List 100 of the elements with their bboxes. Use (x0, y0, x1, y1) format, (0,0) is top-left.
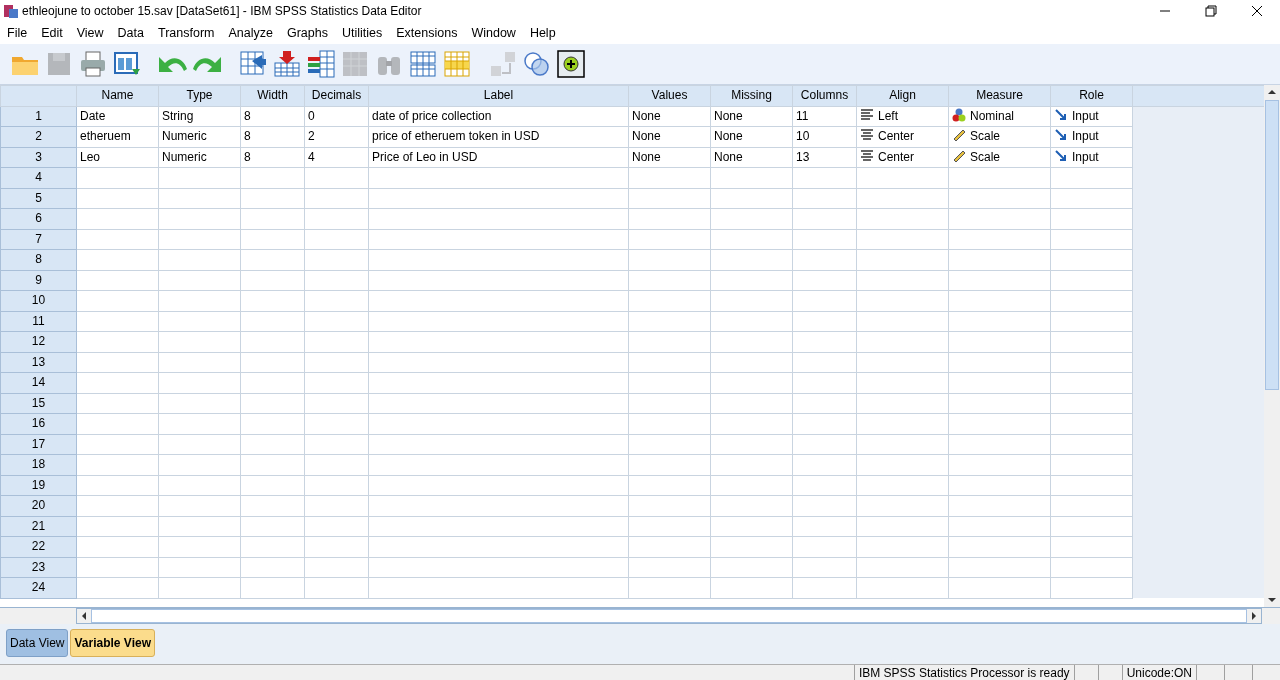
table-cell[interactable]: 8 (240, 147, 305, 168)
column-header[interactable]: Missing (710, 85, 793, 106)
row-number[interactable]: 9 (0, 270, 77, 291)
horizontal-scrollbar[interactable] (76, 608, 1262, 624)
cell-text: Center (878, 149, 915, 164)
table-cell[interactable]: 2 (304, 126, 369, 147)
table-cell[interactable]: None (628, 106, 711, 127)
menu-item[interactable]: View (69, 22, 111, 44)
view-tab[interactable]: Data View (6, 629, 69, 657)
align-center-icon (860, 148, 874, 163)
view-tab[interactable]: Variable View (70, 629, 155, 657)
table-cell[interactable]: Numeric (158, 126, 241, 147)
table-cell[interactable]: Price of Leo in USD (368, 147, 629, 168)
table-cell[interactable]: None (710, 106, 793, 127)
row-number[interactable]: 12 (0, 331, 77, 352)
row-number[interactable]: 22 (0, 536, 77, 557)
row-number[interactable]: 1 (0, 106, 77, 127)
row-number[interactable]: 2 (0, 126, 77, 147)
row-number[interactable]: 10 (0, 290, 77, 311)
table-cell[interactable]: 0 (304, 106, 369, 127)
table-cell[interactable]: String (158, 106, 241, 127)
table-cell[interactable]: price of etheruem token in USD (368, 126, 629, 147)
status-message: IBM SPSS Statistics Processor is ready (853, 665, 1074, 680)
row-number[interactable]: 14 (0, 372, 77, 393)
column-header[interactable]: Role (1050, 85, 1133, 106)
row-number[interactable]: 21 (0, 516, 77, 537)
ruler-icon (952, 128, 966, 143)
column-header[interactable]: Decimals (304, 85, 369, 106)
row-number[interactable]: 19 (0, 475, 77, 496)
row-number[interactable]: 7 (0, 229, 77, 250)
cell-text: Nominal (970, 108, 1014, 123)
row-number[interactable]: 6 (0, 208, 77, 229)
row-number[interactable]: 24 (0, 577, 77, 598)
column-header[interactable]: Columns (792, 85, 857, 106)
menu-item[interactable]: Graphs (279, 22, 335, 44)
table-cell[interactable]: 10 (792, 126, 857, 147)
column-header[interactable]: Type (158, 85, 241, 106)
menu-item[interactable]: Data (110, 22, 151, 44)
add-icon (556, 49, 586, 79)
table-cell[interactable]: 13 (792, 147, 857, 168)
row-number[interactable]: 8 (0, 249, 77, 270)
row-number[interactable]: 5 (0, 188, 77, 209)
table-cell[interactable]: 4 (304, 147, 369, 168)
circles-icon (522, 49, 552, 79)
cell-text: Input (1072, 149, 1099, 164)
value-labels-icon (408, 49, 438, 79)
table-cell[interactable]: Scale (948, 126, 1051, 147)
row-number[interactable]: 15 (0, 393, 77, 414)
column-header[interactable]: Values (628, 85, 711, 106)
table-cell[interactable]: None (628, 147, 711, 168)
cell-text: Scale (970, 129, 1001, 144)
menu-item[interactable]: Help (522, 22, 563, 44)
column-header[interactable]: Name (76, 85, 159, 106)
cell-text: Input (1072, 108, 1099, 123)
table-cell[interactable]: Input (1050, 147, 1133, 168)
row-number[interactable]: 18 (0, 454, 77, 475)
table-cell[interactable]: None (710, 147, 793, 168)
table-cell[interactable]: Center (856, 126, 949, 147)
table-cell[interactable]: Left (856, 106, 949, 127)
printer-icon (78, 49, 108, 79)
column-header[interactable]: Align (856, 85, 949, 106)
menu-item[interactable]: Window (464, 22, 523, 44)
table-cell[interactable]: 8 (240, 106, 305, 127)
table-cell[interactable]: Nominal (948, 106, 1051, 127)
row-number[interactable]: 13 (0, 352, 77, 373)
menu-item[interactable]: File (0, 22, 35, 44)
table-cell[interactable]: date of price collection (368, 106, 629, 127)
vertical-scrollbar[interactable] (1264, 85, 1280, 607)
row-number[interactable]: 20 (0, 495, 77, 516)
window-title: ethleojune to october 15.sav [DataSet61] - IBM SPSS Statistics Data Editor (22, 3, 422, 20)
table-cell[interactable]: None (710, 126, 793, 147)
row-number[interactable]: 3 (0, 147, 77, 168)
menu-item[interactable]: Transform (151, 22, 222, 44)
table-cell[interactable]: Scale (948, 147, 1051, 168)
table-cell[interactable]: Input (1050, 106, 1133, 127)
status-encoding: Unicode:ON (1121, 665, 1196, 680)
app-icon (3, 3, 19, 19)
menu-item[interactable]: Utilities (334, 22, 390, 44)
row-number[interactable]: 17 (0, 434, 77, 455)
table-cell[interactable]: Input (1050, 126, 1133, 147)
menu-item[interactable]: Analyze (221, 22, 280, 44)
row-number[interactable]: 23 (0, 557, 77, 578)
table-cell[interactable]: 8 (240, 126, 305, 147)
menu-item[interactable]: Extensions (389, 22, 465, 44)
table-cell[interactable]: etheruem (76, 126, 159, 147)
table-cell[interactable]: Leo (76, 147, 159, 168)
table-cell[interactable]: 11 (792, 106, 857, 127)
table-cell[interactable]: Center (856, 147, 949, 168)
column-header[interactable]: Width (240, 85, 305, 106)
cell-text: Input (1072, 129, 1099, 144)
column-header[interactable]: Measure (948, 85, 1051, 106)
row-number[interactable]: 16 (0, 413, 77, 434)
column-header[interactable]: Label (368, 85, 629, 106)
table-cell[interactable]: None (628, 126, 711, 147)
table-cell[interactable]: Date (76, 106, 159, 127)
row-number[interactable]: 4 (0, 167, 77, 188)
row-number[interactable]: 11 (0, 311, 77, 332)
table-cell[interactable]: Numeric (158, 147, 241, 168)
add-button[interactable] (554, 47, 588, 81)
menu-item[interactable]: Edit (34, 22, 70, 44)
